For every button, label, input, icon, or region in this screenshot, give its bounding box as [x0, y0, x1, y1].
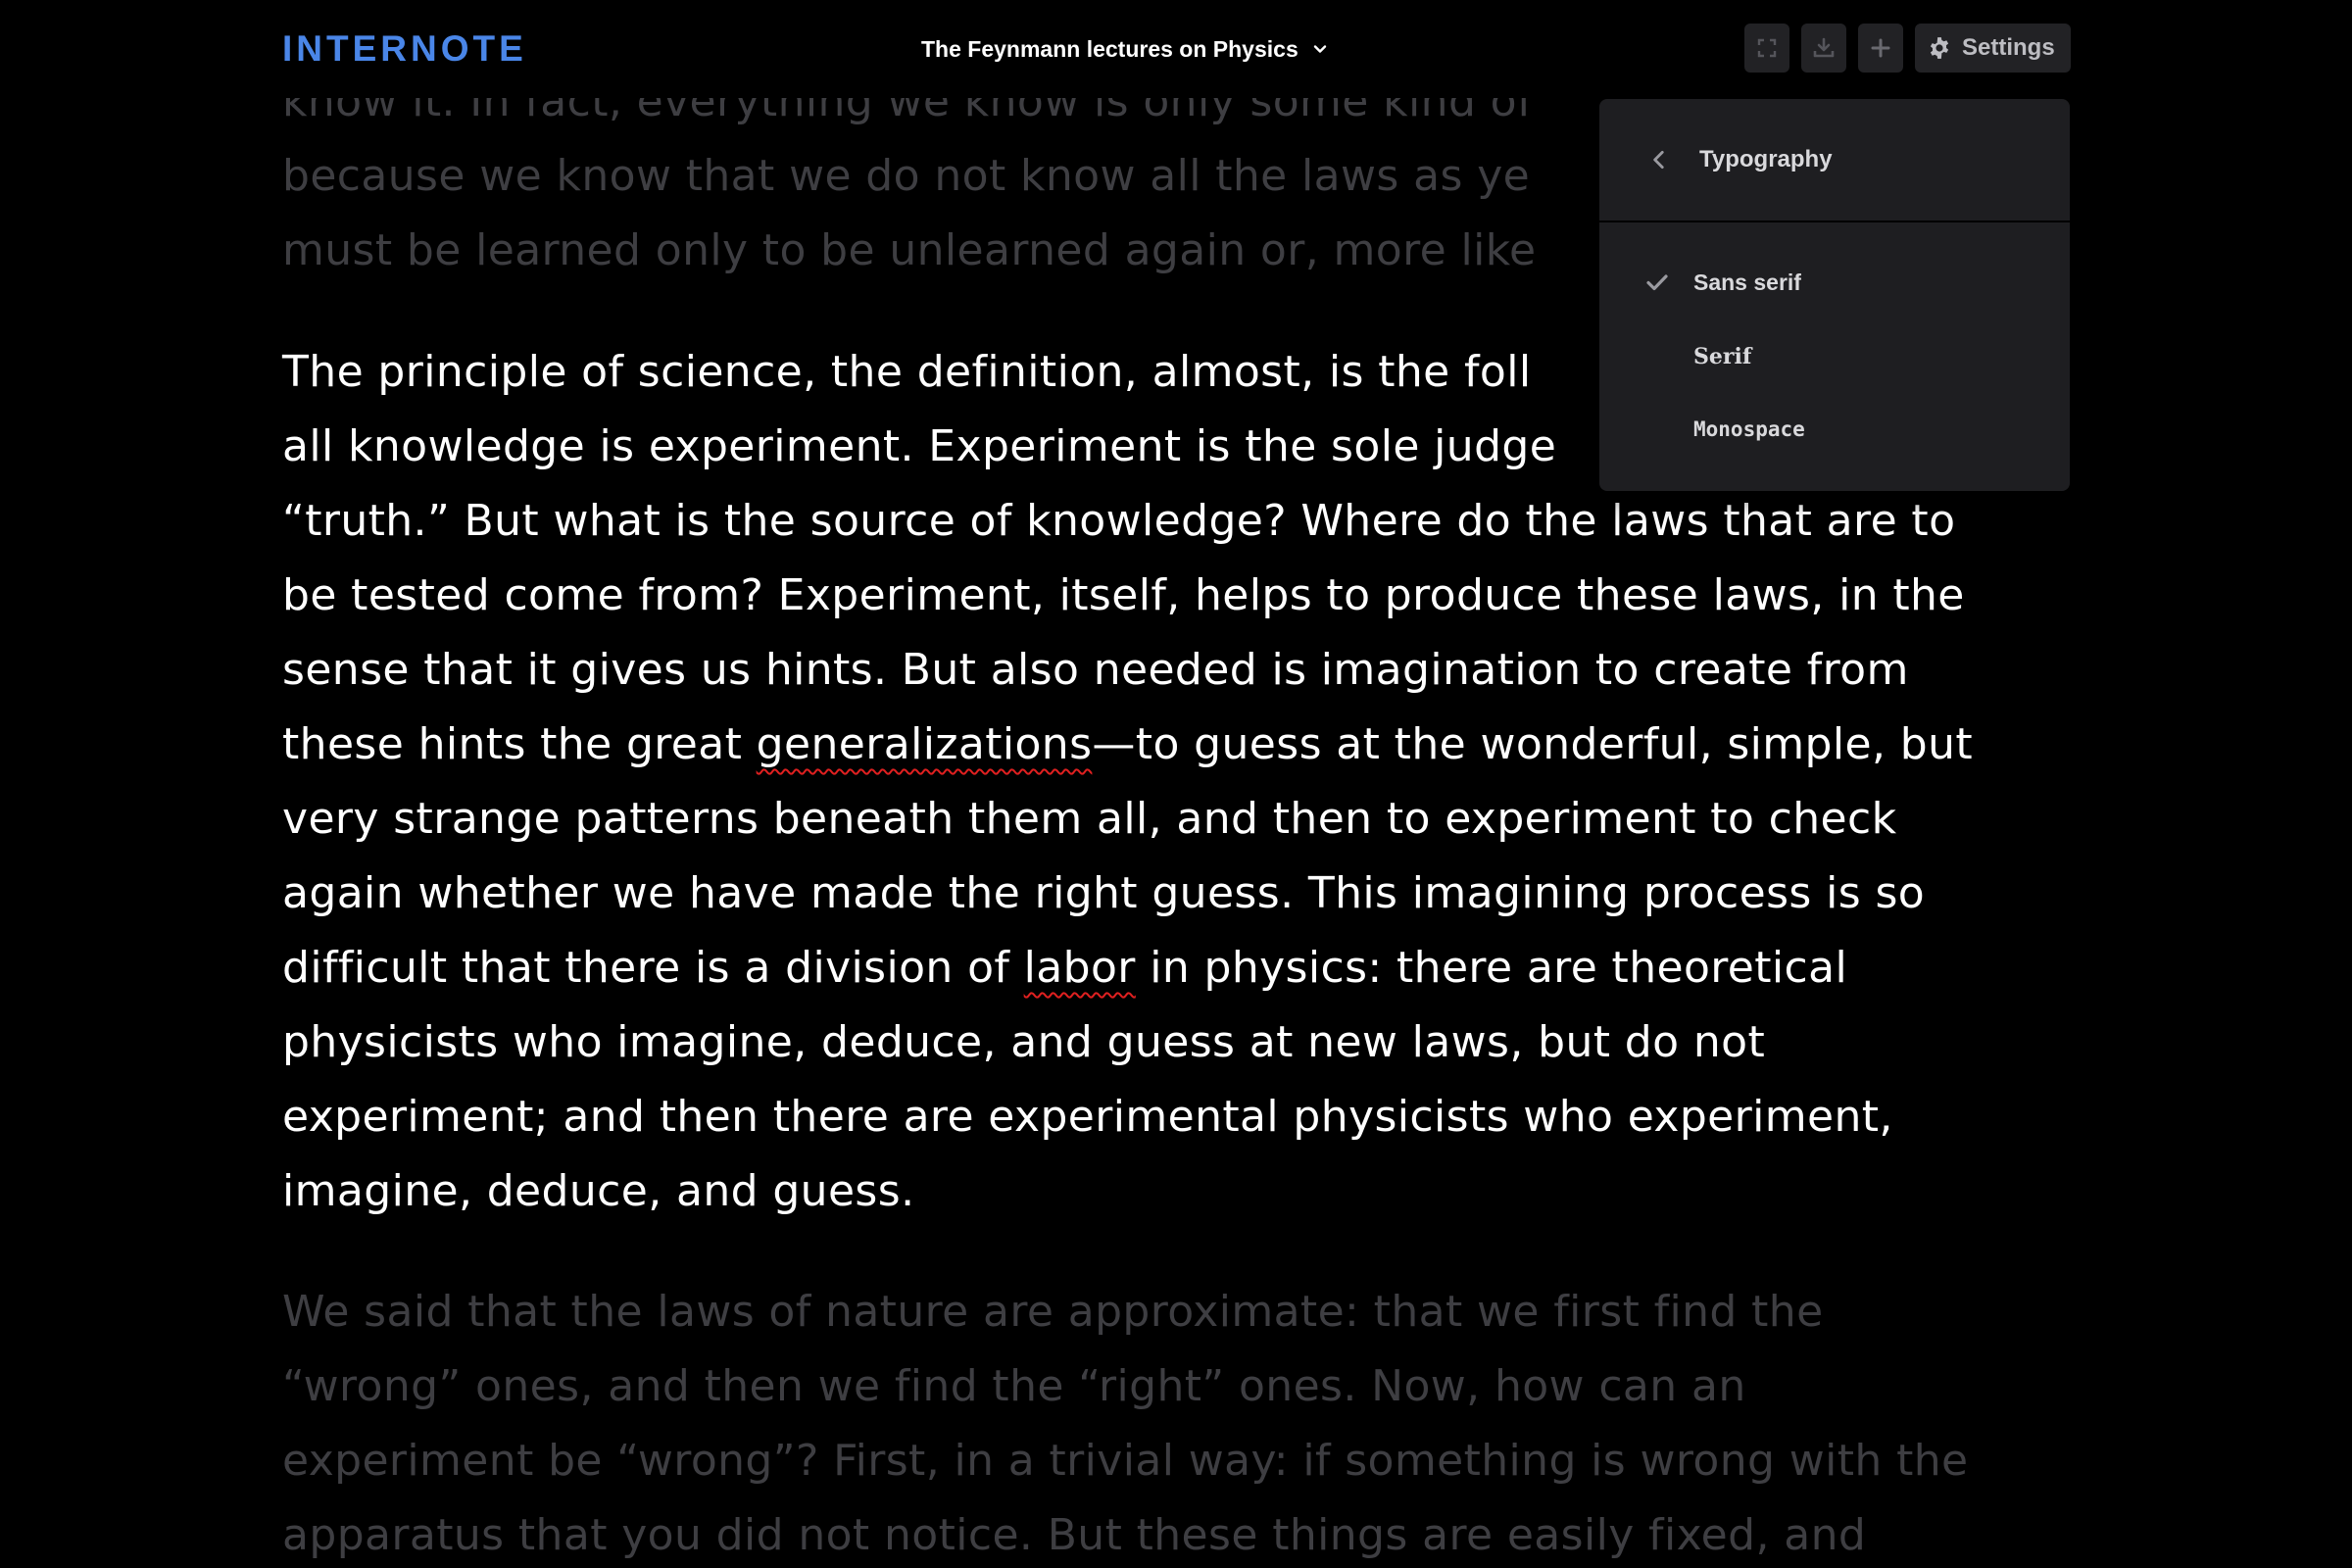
document-title-dropdown[interactable]: The Feynmann lectures on Physics [921, 32, 1330, 66]
text-line: physicists who imagine, deduce, and gues… [282, 1017, 1766, 1067]
download-button[interactable] [1801, 24, 1846, 73]
settings-button[interactable]: Settings [1915, 24, 2071, 73]
misspelled-word[interactable]: generalizations [757, 719, 1093, 769]
download-icon [1813, 37, 1835, 58]
top-bar: INTERNOTE The Feynmann lectures on Physi… [0, 0, 2352, 98]
text-line: sense that it gives us hints. But also n… [282, 645, 1909, 695]
typography-menu: Typography Sans serif Serif Monospace [1599, 99, 2070, 491]
text-line: these hints the great generalizations—to… [282, 708, 2076, 782]
text-segment: difficult that there is a division of [282, 943, 1024, 993]
font-option-monospace[interactable]: Monospace [1599, 400, 2070, 459]
text-line: be tested come from? Experiment, itself,… [282, 570, 1965, 620]
add-button[interactable] [1858, 24, 1903, 73]
chevron-down-icon [1313, 45, 1326, 53]
toolbar: Settings [1744, 24, 2071, 73]
text-line: experiment be “wrong”? First, in a trivi… [282, 1436, 1969, 1486]
text-line: difficult that there is a division of la… [282, 931, 2076, 1005]
menu-title: Typography [1699, 146, 1833, 172]
settings-label: Settings [1962, 34, 2055, 61]
text-segment: —to guess at the wonderful, simple, but [1092, 719, 1974, 769]
font-option-serif[interactable]: Serif [1599, 327, 2070, 386]
paragraph-next: We said that the laws of nature are appr… [282, 1275, 2076, 1568]
check-icon [1646, 274, 1668, 291]
font-option-label: Serif [1693, 344, 1752, 369]
fullscreen-icon [1757, 38, 1777, 58]
text-line: experiment; and then there are experimen… [282, 1092, 1893, 1142]
text-line: again whether we have made the right gue… [282, 868, 1926, 918]
text-line: “wrong” ones, and then we find the “righ… [282, 1361, 1746, 1411]
text-segment: these hints the great [282, 719, 757, 769]
brand-logo[interactable]: INTERNOTE [282, 27, 527, 71]
text-line: apparatus that you did not notice. But t… [282, 1510, 1867, 1560]
chevron-left-icon [1653, 151, 1664, 169]
font-option-label: Sans serif [1693, 269, 1801, 295]
font-option-sans-serif[interactable]: Sans serif [1599, 253, 2070, 312]
text-line: imagine, deduce, and guess. [282, 1166, 915, 1216]
plus-icon [1871, 38, 1890, 58]
text-line: very strange patterns beneath them all, … [282, 794, 1897, 844]
text-segment: in physics: there are theoretical [1135, 943, 1848, 993]
text-line: “truth.” But what is the source of knowl… [282, 496, 1956, 546]
font-option-label: Monospace [1693, 417, 1805, 441]
misspelled-word[interactable]: labor [1024, 943, 1136, 993]
document-title: The Feynmann lectures on Physics [921, 35, 1298, 62]
fullscreen-button[interactable] [1744, 24, 1789, 73]
menu-back-header[interactable]: Typography [1599, 99, 2070, 222]
gear-icon [1930, 37, 1949, 59]
text-line: We said that the laws of nature are appr… [282, 1287, 1824, 1337]
